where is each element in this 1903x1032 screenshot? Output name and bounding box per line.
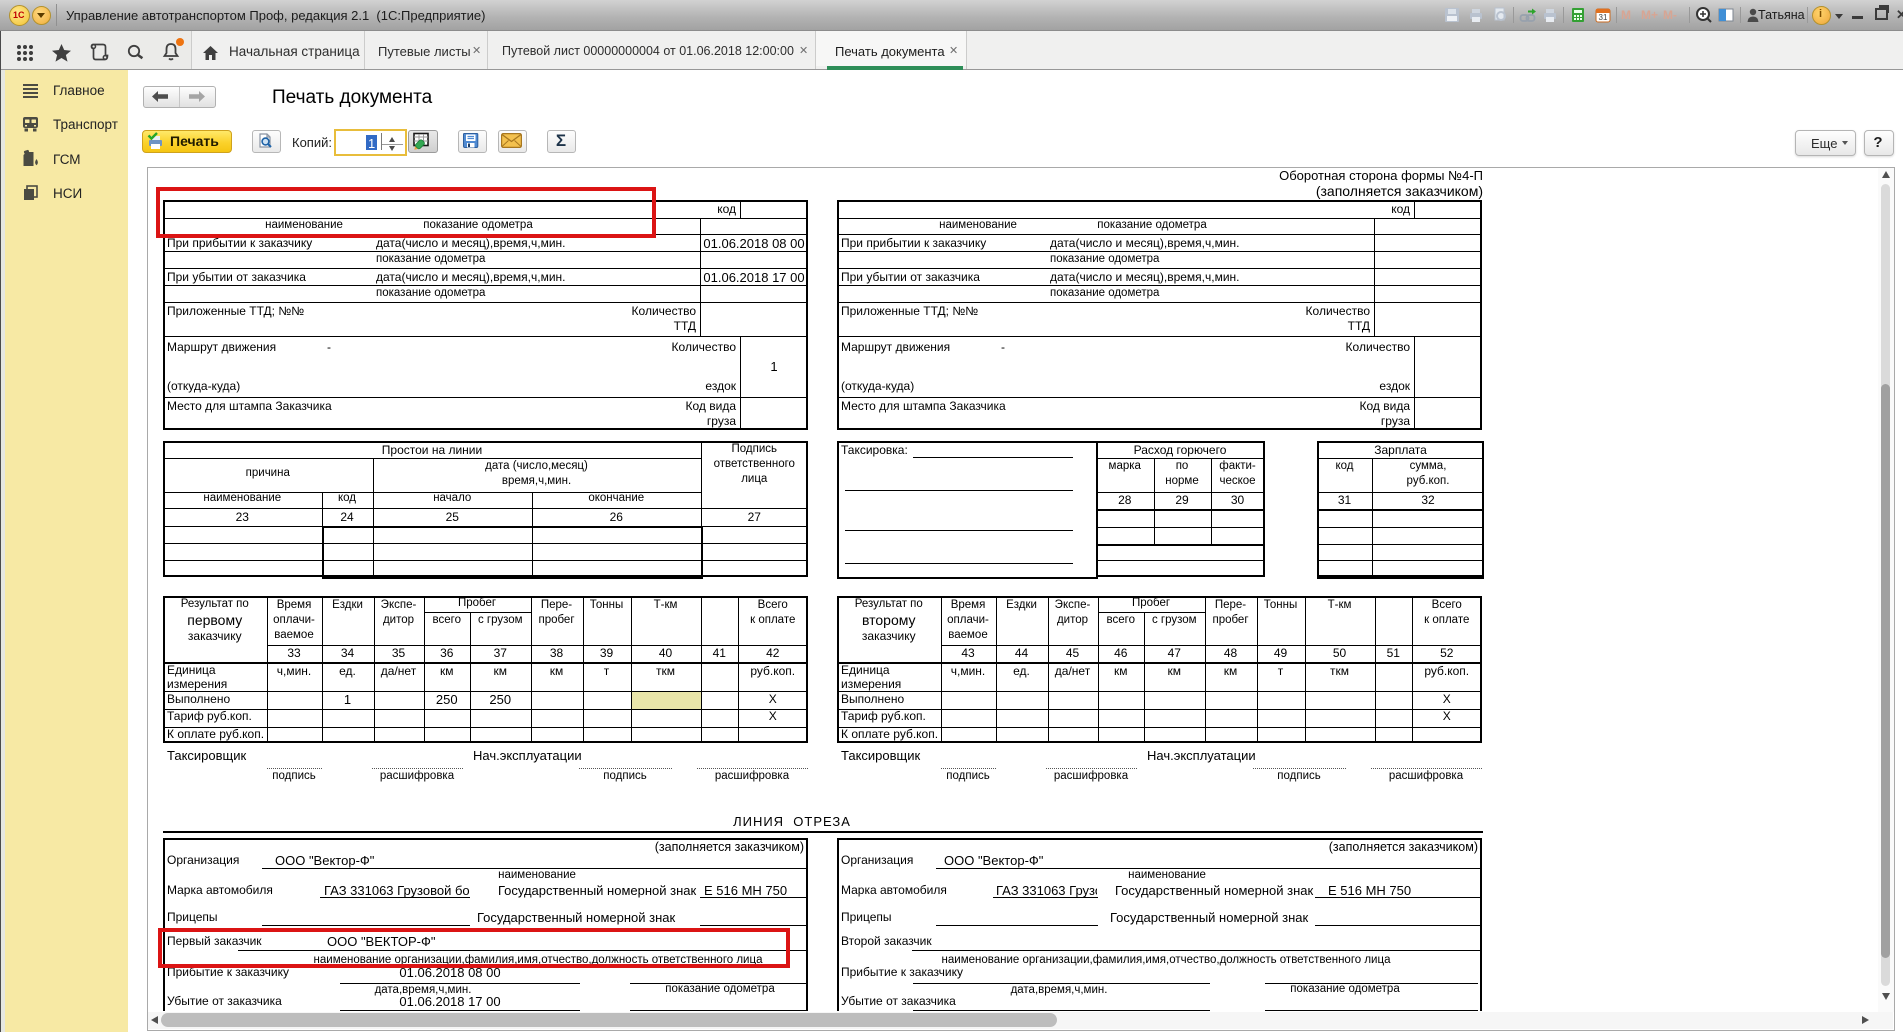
- svg-text:31: 31: [1599, 13, 1608, 22]
